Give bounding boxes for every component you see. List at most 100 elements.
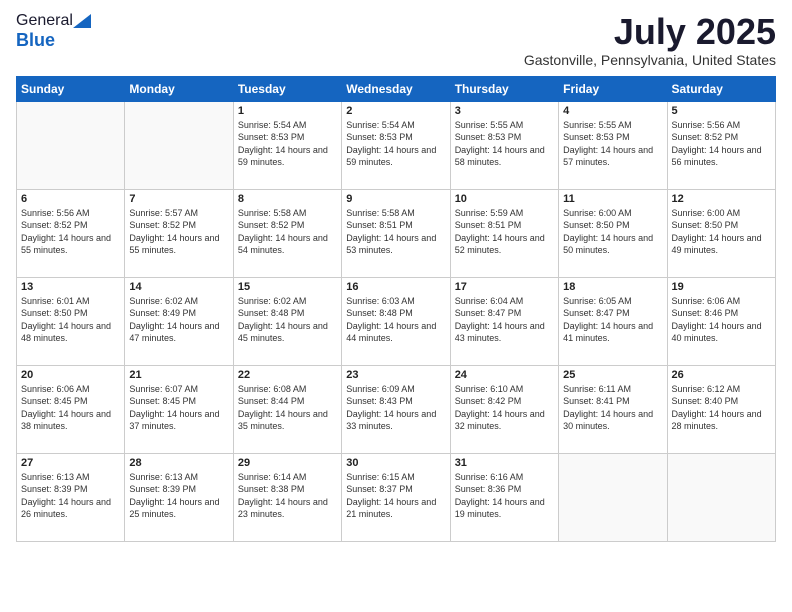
day-number: 1 [238,105,337,117]
col-friday: Friday [559,76,667,101]
calendar-cell [559,453,667,541]
day-number: 31 [455,457,554,469]
calendar-cell: 12 Sunrise: 6:00 AM Sunset: 8:50 PM Dayli… [667,189,775,277]
day-number: 3 [455,105,554,117]
calendar-cell: 23 Sunrise: 6:09 AM Sunset: 8:43 PM Dayli… [342,365,450,453]
month-title: July 2025 [524,12,776,52]
calendar-cell: 1Sunrise: 5:54 AM Sunset: 8:53 PM Daylig… [233,101,341,189]
calendar-cell: 27 Sunrise: 6:13 AM Sunset: 8:39 PM Dayli… [17,453,125,541]
title-block: July 2025 Gastonville, Pennsylvania, Uni… [524,12,776,68]
cell-info: Sunrise: 5:58 AM Sunset: 8:51 PM Dayligh… [346,207,445,257]
day-number: 23 [346,369,445,381]
calendar-cell: 15Sunrise: 6:02 AM Sunset: 8:48 PM Dayli… [233,277,341,365]
cell-info: Sunrise: 6:16 AM Sunset: 8:36 PM Dayligh… [455,471,554,521]
cell-info: Sunrise: 5:55 AM Sunset: 8:53 PM Dayligh… [563,119,662,169]
cell-info: Sunrise: 6:15 AM Sunset: 8:37 PM Dayligh… [346,471,445,521]
calendar-cell: 8Sunrise: 5:58 AM Sunset: 8:52 PM Daylig… [233,189,341,277]
day-number: 15 [238,281,337,293]
day-number: 9 [346,193,445,205]
calendar-cell: 28Sunrise: 6:13 AM Sunset: 8:39 PM Dayli… [125,453,233,541]
day-number: 7 [129,193,228,205]
calendar-cell: 16 Sunrise: 6:03 AM Sunset: 8:48 PM Dayli… [342,277,450,365]
calendar-cell: 22 Sunrise: 6:08 AM Sunset: 8:44 PM Dayli… [233,365,341,453]
calendar-cell [17,101,125,189]
cell-info: Sunrise: 6:08 AM Sunset: 8:44 PM Dayligh… [238,383,337,433]
col-sunday: Sunday [17,76,125,101]
calendar-cell: 14Sunrise: 6:02 AM Sunset: 8:49 PM Dayli… [125,277,233,365]
day-number: 14 [129,281,228,293]
cell-info: Sunrise: 6:00 AM Sunset: 8:50 PM Dayligh… [672,207,771,257]
calendar-cell [667,453,775,541]
calendar-cell: 18 Sunrise: 6:05 AM Sunset: 8:47 PM Dayli… [559,277,667,365]
cell-info: Sunrise: 6:13 AM Sunset: 8:39 PM Dayligh… [129,471,228,521]
calendar-cell: 20 Sunrise: 6:06 AM Sunset: 8:45 PM Dayli… [17,365,125,453]
header: General Blue July 2025 Gastonville, Penn… [16,12,776,68]
calendar-cell: 6Sunrise: 5:56 AM Sunset: 8:52 PM Daylig… [17,189,125,277]
calendar-cell: 31 Sunrise: 6:16 AM Sunset: 8:36 PM Dayli… [450,453,558,541]
col-thursday: Thursday [450,76,558,101]
calendar-week-row: 13 Sunrise: 6:01 AM Sunset: 8:50 PM Dayli… [17,277,776,365]
day-number: 18 [563,281,662,293]
day-number: 17 [455,281,554,293]
calendar-cell: 4Sunrise: 5:55 AM Sunset: 8:53 PM Daylig… [559,101,667,189]
calendar-cell: 24 Sunrise: 6:10 AM Sunset: 8:42 PM Dayli… [450,365,558,453]
day-number: 21 [129,369,228,381]
day-number: 27 [21,457,120,469]
calendar-cell: 26 Sunrise: 6:12 AM Sunset: 8:40 PM Dayli… [667,365,775,453]
day-number: 22 [238,369,337,381]
day-number: 25 [563,369,662,381]
cell-info: Sunrise: 5:55 AM Sunset: 8:53 PM Dayligh… [455,119,554,169]
cell-info: Sunrise: 6:01 AM Sunset: 8:50 PM Dayligh… [21,295,120,345]
calendar-cell: 5 Sunrise: 5:56 AM Sunset: 8:52 PM Daylig… [667,101,775,189]
day-number: 30 [346,457,445,469]
cell-info: Sunrise: 6:13 AM Sunset: 8:39 PM Dayligh… [21,471,120,521]
day-number: 12 [672,193,771,205]
day-number: 11 [563,193,662,205]
calendar-week-row: 6Sunrise: 5:56 AM Sunset: 8:52 PM Daylig… [17,189,776,277]
cell-info: Sunrise: 6:10 AM Sunset: 8:42 PM Dayligh… [455,383,554,433]
day-number: 2 [346,105,445,117]
cell-info: Sunrise: 6:05 AM Sunset: 8:47 PM Dayligh… [563,295,662,345]
day-number: 6 [21,193,120,205]
calendar-week-row: 20 Sunrise: 6:06 AM Sunset: 8:45 PM Dayli… [17,365,776,453]
calendar-cell: 19Sunrise: 6:06 AM Sunset: 8:46 PM Dayli… [667,277,775,365]
logo-triangle-icon [73,14,91,28]
cell-info: Sunrise: 5:54 AM Sunset: 8:53 PM Dayligh… [346,119,445,169]
day-number: 24 [455,369,554,381]
col-wednesday: Wednesday [342,76,450,101]
day-number: 16 [346,281,445,293]
calendar: Sunday Monday Tuesday Wednesday Thursday… [16,76,776,542]
cell-info: Sunrise: 5:58 AM Sunset: 8:52 PM Dayligh… [238,207,337,257]
calendar-cell: 30 Sunrise: 6:15 AM Sunset: 8:37 PM Dayli… [342,453,450,541]
logo-general-text: General [16,12,73,30]
calendar-cell: 3 Sunrise: 5:55 AM Sunset: 8:53 PM Daylig… [450,101,558,189]
cell-info: Sunrise: 6:14 AM Sunset: 8:38 PM Dayligh… [238,471,337,521]
col-monday: Monday [125,76,233,101]
calendar-cell: 29 Sunrise: 6:14 AM Sunset: 8:38 PM Dayli… [233,453,341,541]
calendar-cell: 25Sunrise: 6:11 AM Sunset: 8:41 PM Dayli… [559,365,667,453]
day-number: 5 [672,105,771,117]
calendar-header-row: Sunday Monday Tuesday Wednesday Thursday… [17,76,776,101]
calendar-cell: 21 Sunrise: 6:07 AM Sunset: 8:45 PM Dayli… [125,365,233,453]
cell-info: Sunrise: 6:00 AM Sunset: 8:50 PM Dayligh… [563,207,662,257]
cell-info: Sunrise: 6:12 AM Sunset: 8:40 PM Dayligh… [672,383,771,433]
day-number: 29 [238,457,337,469]
day-number: 26 [672,369,771,381]
col-saturday: Saturday [667,76,775,101]
day-number: 20 [21,369,120,381]
page: General Blue July 2025 Gastonville, Penn… [0,0,792,612]
calendar-week-row: 27 Sunrise: 6:13 AM Sunset: 8:39 PM Dayli… [17,453,776,541]
day-number: 10 [455,193,554,205]
cell-info: Sunrise: 5:56 AM Sunset: 8:52 PM Dayligh… [672,119,771,169]
location: Gastonville, Pennsylvania, United States [524,52,776,68]
cell-info: Sunrise: 5:59 AM Sunset: 8:51 PM Dayligh… [455,207,554,257]
cell-info: Sunrise: 6:07 AM Sunset: 8:45 PM Dayligh… [129,383,228,433]
col-tuesday: Tuesday [233,76,341,101]
calendar-cell: 2 Sunrise: 5:54 AM Sunset: 8:53 PM Daylig… [342,101,450,189]
cell-info: Sunrise: 6:06 AM Sunset: 8:45 PM Dayligh… [21,383,120,433]
cell-info: Sunrise: 6:03 AM Sunset: 8:48 PM Dayligh… [346,295,445,345]
calendar-cell: 17Sunrise: 6:04 AM Sunset: 8:47 PM Dayli… [450,277,558,365]
cell-info: Sunrise: 5:57 AM Sunset: 8:52 PM Dayligh… [129,207,228,257]
day-number: 13 [21,281,120,293]
cell-info: Sunrise: 6:09 AM Sunset: 8:43 PM Dayligh… [346,383,445,433]
